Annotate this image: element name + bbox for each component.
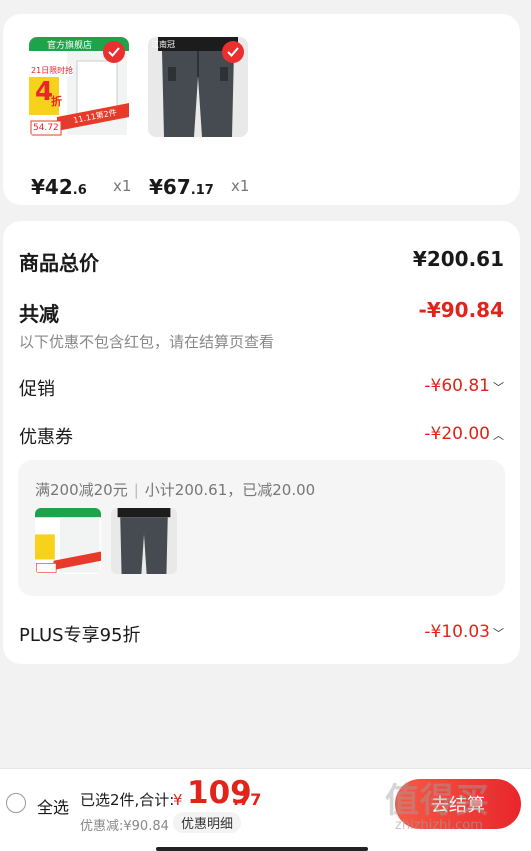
store-tag: 官方旗舰店 [47,41,93,51]
promo-row[interactable]: -¥60.81 ﹀ [424,376,504,396]
product-image-1[interactable]: 官方旗舰店 21日限时抢 4 折 11.11第2件 54.72 [29,37,129,137]
product-qty-2: x1 [231,177,250,195]
reduce-value: -¥90.84 [418,298,504,322]
promo-tag: 21日限时抢 [31,65,74,76]
coupon-detail-text: 满200减20元 | 小计200.61，已减20.00 [35,481,316,499]
selected-count: 已选2件,合计: [80,791,175,809]
plus-value: -¥10.03 [424,622,490,642]
promo-unit: 折 [51,95,62,108]
select-all-label[interactable]: 全选 [37,794,69,818]
selected-products-card: 官方旗舰店 21日限时抢 4 折 11.11第2件 54.72 江南冠 ¥42.… [3,14,520,205]
discount-note: 以下优惠不包含红包，请在结算页查看 [19,333,275,351]
promo-value: -¥60.81 [424,376,490,396]
total-amount-decimal: .77 [233,790,262,809]
total-label: 商品总价 [19,251,99,275]
product-price-1: ¥42.6 [31,175,87,199]
store-tag: 江南冠 [151,40,175,49]
coupon-detail-box: 满200减20元 | 小计200.61，已减20.00 [18,460,505,596]
check-icon[interactable] [103,41,125,63]
total-currency: ¥ [173,791,183,809]
watermark-url: zhizhizhi.com [395,818,483,833]
old-price: 54.72 [33,123,59,133]
coupon-value: -¥20.00 [424,424,490,444]
product-qty-1: x1 [113,177,132,195]
chevron-up-icon: ︿ [493,429,504,442]
checkout-bar: 全选 已选2件,合计: ¥ 109 .77 优惠减:¥90.84 优惠明细 去结… [0,768,531,851]
home-indicator[interactable] [156,847,368,851]
promo-label: 促销 [19,379,55,400]
coupon-row[interactable]: -¥20.00 ︿ [424,424,504,444]
total-value: ¥200.61 [412,247,504,271]
discount-summary: 优惠减:¥90.84 [80,819,169,834]
check-icon[interactable] [222,41,244,63]
price-summary-card: 商品总价 ¥200.61 共减 -¥90.84 以下优惠不包含红包，请在结算页查… [3,221,520,664]
reduce-label: 共减 [19,302,59,326]
plus-label: PLUS专享95折 [19,625,141,646]
chevron-down-icon: ﹀ [493,627,504,640]
radio-unchecked-icon[interactable] [6,793,26,813]
product-price-2: ¥67.17 [149,175,214,199]
coupon-label: 优惠券 [19,427,73,448]
product-image-2[interactable]: 江南冠 [148,37,248,137]
chevron-down-icon: ﹀ [493,381,504,394]
coupon-product-image-1 [35,508,101,574]
plus-row[interactable]: -¥10.03 ﹀ [424,622,504,642]
coupon-product-image-2 [111,508,177,574]
discount-detail-button[interactable]: 优惠明细 [173,812,242,833]
watermark: 值得买 [385,781,490,821]
